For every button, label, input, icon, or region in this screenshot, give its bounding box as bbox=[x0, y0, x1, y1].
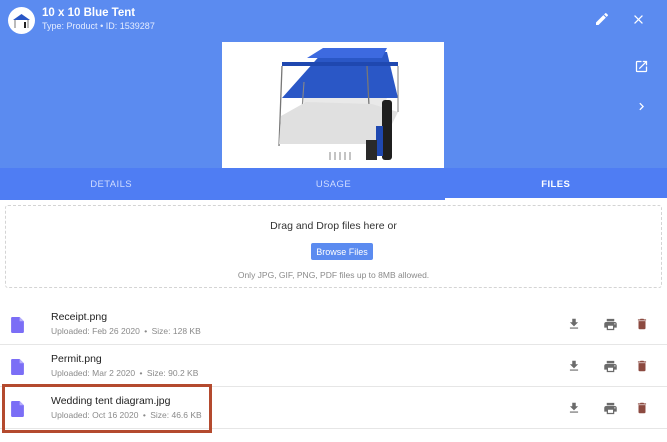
size-label: Size: bbox=[146, 368, 166, 378]
file-row: Permit.png Uploaded: Mar 2 2020 • Size: … bbox=[0, 345, 667, 387]
delete-button[interactable] bbox=[633, 399, 651, 417]
print-icon bbox=[603, 360, 617, 372]
tab-bar: DETAILS USAGE FILES bbox=[0, 168, 667, 200]
meta-separator: • bbox=[144, 326, 148, 336]
id-label: ID: bbox=[105, 21, 118, 31]
delete-icon bbox=[637, 360, 647, 372]
file-name: Wedding tent diagram.jpg bbox=[51, 395, 171, 407]
file-row: Receipt.png Uploaded: Feb 26 2020 • Size… bbox=[0, 303, 667, 345]
meta-separator: • bbox=[139, 368, 143, 378]
size-label: Size: bbox=[151, 326, 171, 336]
uploaded-date: Feb 26 2020 bbox=[92, 326, 140, 336]
uploaded-date: Mar 2 2020 bbox=[92, 368, 136, 378]
delete-button[interactable] bbox=[633, 357, 651, 375]
tab-files[interactable]: FILES bbox=[444, 168, 667, 200]
file-meta: Uploaded: Oct 16 2020 • Size: 46.6 KB bbox=[51, 410, 202, 420]
print-button[interactable] bbox=[601, 357, 619, 375]
close-icon bbox=[633, 14, 643, 24]
id-value: 1539287 bbox=[119, 21, 155, 31]
delete-button[interactable] bbox=[633, 315, 651, 333]
tab-details[interactable]: DETAILS bbox=[0, 168, 222, 200]
size-label: Size: bbox=[150, 410, 170, 420]
delete-icon bbox=[637, 402, 647, 414]
file-row: Wedding tent diagram.jpg Uploaded: Oct 1… bbox=[0, 387, 667, 429]
uploaded-date: Oct 16 2020 bbox=[92, 410, 139, 420]
product-image bbox=[222, 42, 444, 168]
download-button[interactable] bbox=[565, 315, 583, 333]
dropzone-note: Only JPG, GIF, PNG, PDF files up to 8MB … bbox=[237, 270, 430, 280]
delete-icon bbox=[637, 318, 647, 330]
print-button[interactable] bbox=[601, 399, 619, 417]
close-button[interactable] bbox=[627, 8, 649, 30]
type-value: Product bbox=[66, 21, 98, 31]
next-button[interactable] bbox=[630, 95, 652, 117]
chevron-right-icon bbox=[638, 102, 644, 110]
file-icon bbox=[11, 401, 24, 417]
open-external-button[interactable] bbox=[630, 55, 652, 77]
uploaded-label: Uploaded: bbox=[51, 326, 90, 336]
print-icon bbox=[603, 318, 617, 330]
file-size: 46.6 KB bbox=[171, 410, 202, 420]
header: 10 x 10 Blue Tent Type: Product • ID: 15… bbox=[0, 0, 667, 168]
browse-files-button[interactable]: Browse Files bbox=[311, 243, 373, 260]
download-icon bbox=[569, 402, 579, 413]
file-size: 128 KB bbox=[172, 326, 201, 336]
edit-button[interactable] bbox=[591, 8, 613, 30]
tab-usage[interactable]: USAGE bbox=[222, 168, 444, 200]
dropzone-text: Drag and Drop files here or bbox=[270, 220, 397, 232]
file-size: 90.2 KB bbox=[168, 368, 199, 378]
download-icon bbox=[569, 318, 579, 329]
file-dropzone[interactable]: Drag and Drop files here or Browse Files… bbox=[5, 205, 662, 288]
file-icon bbox=[11, 317, 24, 333]
file-meta: Uploaded: Mar 2 2020 • Size: 90.2 KB bbox=[51, 368, 198, 378]
download-button[interactable] bbox=[565, 357, 583, 375]
tent-image bbox=[278, 48, 399, 160]
product-avatar bbox=[8, 7, 35, 34]
file-name: Receipt.png bbox=[51, 311, 108, 323]
download-button[interactable] bbox=[565, 399, 583, 417]
file-name: Permit.png bbox=[51, 353, 102, 365]
product-subtitle: Type: Product • ID: 1539287 bbox=[42, 21, 155, 31]
file-icon bbox=[11, 359, 24, 375]
type-label: Type: bbox=[42, 21, 65, 31]
pencil-icon bbox=[596, 12, 609, 25]
file-meta: Uploaded: Feb 26 2020 • Size: 128 KB bbox=[51, 326, 201, 336]
meta-separator: • bbox=[142, 410, 146, 420]
product-title: 10 x 10 Blue Tent bbox=[42, 7, 136, 19]
open-in-new-icon bbox=[635, 60, 647, 72]
download-icon bbox=[569, 360, 579, 371]
print-button[interactable] bbox=[601, 315, 619, 333]
print-icon bbox=[603, 402, 617, 414]
tent-icon bbox=[13, 14, 30, 28]
uploaded-label: Uploaded: bbox=[51, 410, 90, 420]
subtitle-separator: • bbox=[100, 21, 104, 31]
uploaded-label: Uploaded: bbox=[51, 368, 90, 378]
